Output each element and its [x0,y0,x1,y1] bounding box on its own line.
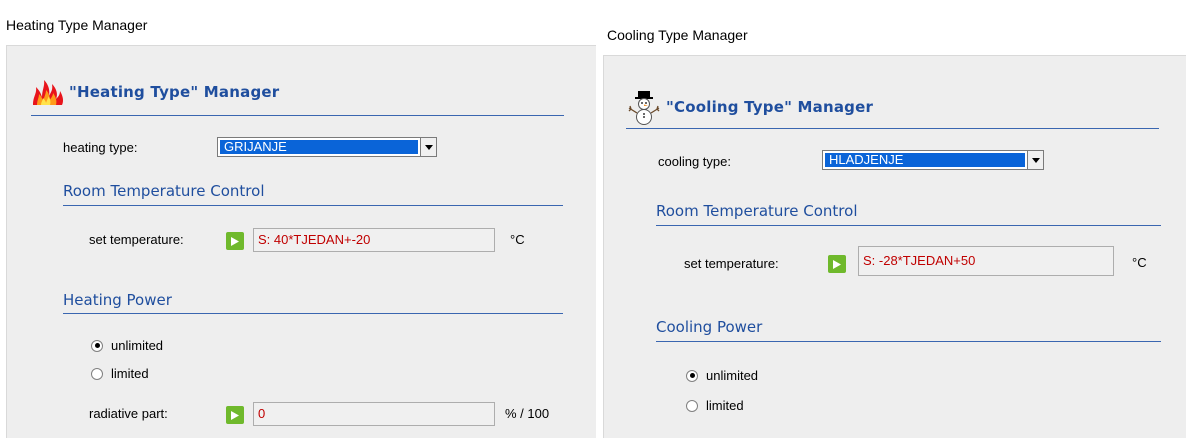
fire-icon [31,78,65,106]
heating-power-section-title: Heating Power [63,291,172,309]
cooling-power-unlimited-radio[interactable]: unlimited [686,368,758,383]
radio-checked-icon [91,339,103,352]
heating-header-rule [31,115,564,116]
cooling-manager-header: "Cooling Type" Manager [626,89,873,125]
cooling-manager-title: "Cooling Type" Manager [666,98,874,116]
heating-radiative-play-button[interactable] [226,406,244,424]
heating-type-value: GRIJANJE [220,140,418,154]
cooling-power-limited-label: limited [706,398,744,413]
cooling-set-temp-label: set temperature: [684,256,779,271]
chevron-down-icon[interactable] [420,138,436,156]
cooling-type-label: cooling type: [658,154,731,169]
heating-room-rule [63,205,563,206]
heating-radiative-input[interactable]: 0 [253,402,495,426]
cooling-room-section-title: Room Temperature Control [656,202,858,220]
heating-panel: "Heating Type" Manager heating type: GRI… [6,45,596,438]
cooling-set-temp-play-button[interactable] [828,255,846,273]
cooling-power-rule [656,341,1161,342]
heating-window-title: Heating Type Manager [6,17,148,33]
cooling-set-temp-input[interactable]: S: -28*TJEDAN+50 [858,246,1114,276]
cooling-header-rule [626,128,1159,129]
heating-temp-unit: °C [510,232,525,247]
heating-radiative-label: radiative part: [89,406,168,421]
heating-power-unlimited-label: unlimited [111,338,164,353]
heating-room-section-title: Room Temperature Control [63,182,265,200]
heating-power-limited-label: limited [111,366,149,381]
play-icon [833,259,841,269]
cooling-power-section-title: Cooling Power [656,318,763,336]
cooling-type-value: HLADJENJE [825,153,1025,167]
radio-unchecked-icon [91,367,103,380]
chevron-down-icon[interactable] [1027,151,1043,169]
heating-set-temp-play-button[interactable] [226,232,244,250]
heating-set-temp-input[interactable]: S: 40*TJEDAN+-20 [253,228,495,252]
cooling-window-title: Cooling Type Manager [607,27,748,43]
cooling-room-rule [656,225,1161,226]
play-icon [231,236,239,246]
snowman-icon [626,89,662,125]
heating-radiative-unit: % / 100 [505,406,550,421]
radio-unchecked-icon [686,399,698,412]
heating-power-limited-radio[interactable]: limited [91,366,149,381]
heating-power-rule [63,313,563,314]
cooling-panel: "Cooling Type" Manager cooling type: HLA… [603,55,1186,438]
heating-set-temp-label: set temperature: [89,232,184,247]
heating-type-select[interactable]: GRIJANJE [217,137,437,157]
heating-power-unlimited-radio[interactable]: unlimited [91,338,163,353]
play-icon [231,410,239,420]
heating-manager-header: "Heating Type" Manager [31,78,279,106]
cooling-type-select[interactable]: HLADJENJE [822,150,1044,170]
heating-type-label: heating type: [63,140,138,155]
heating-manager-title: "Heating Type" Manager [69,83,280,101]
cooling-power-unlimited-label: unlimited [706,368,759,383]
radio-checked-icon [686,369,698,382]
cooling-temp-unit: °C [1132,255,1147,270]
cooling-power-limited-radio[interactable]: limited [686,398,744,413]
